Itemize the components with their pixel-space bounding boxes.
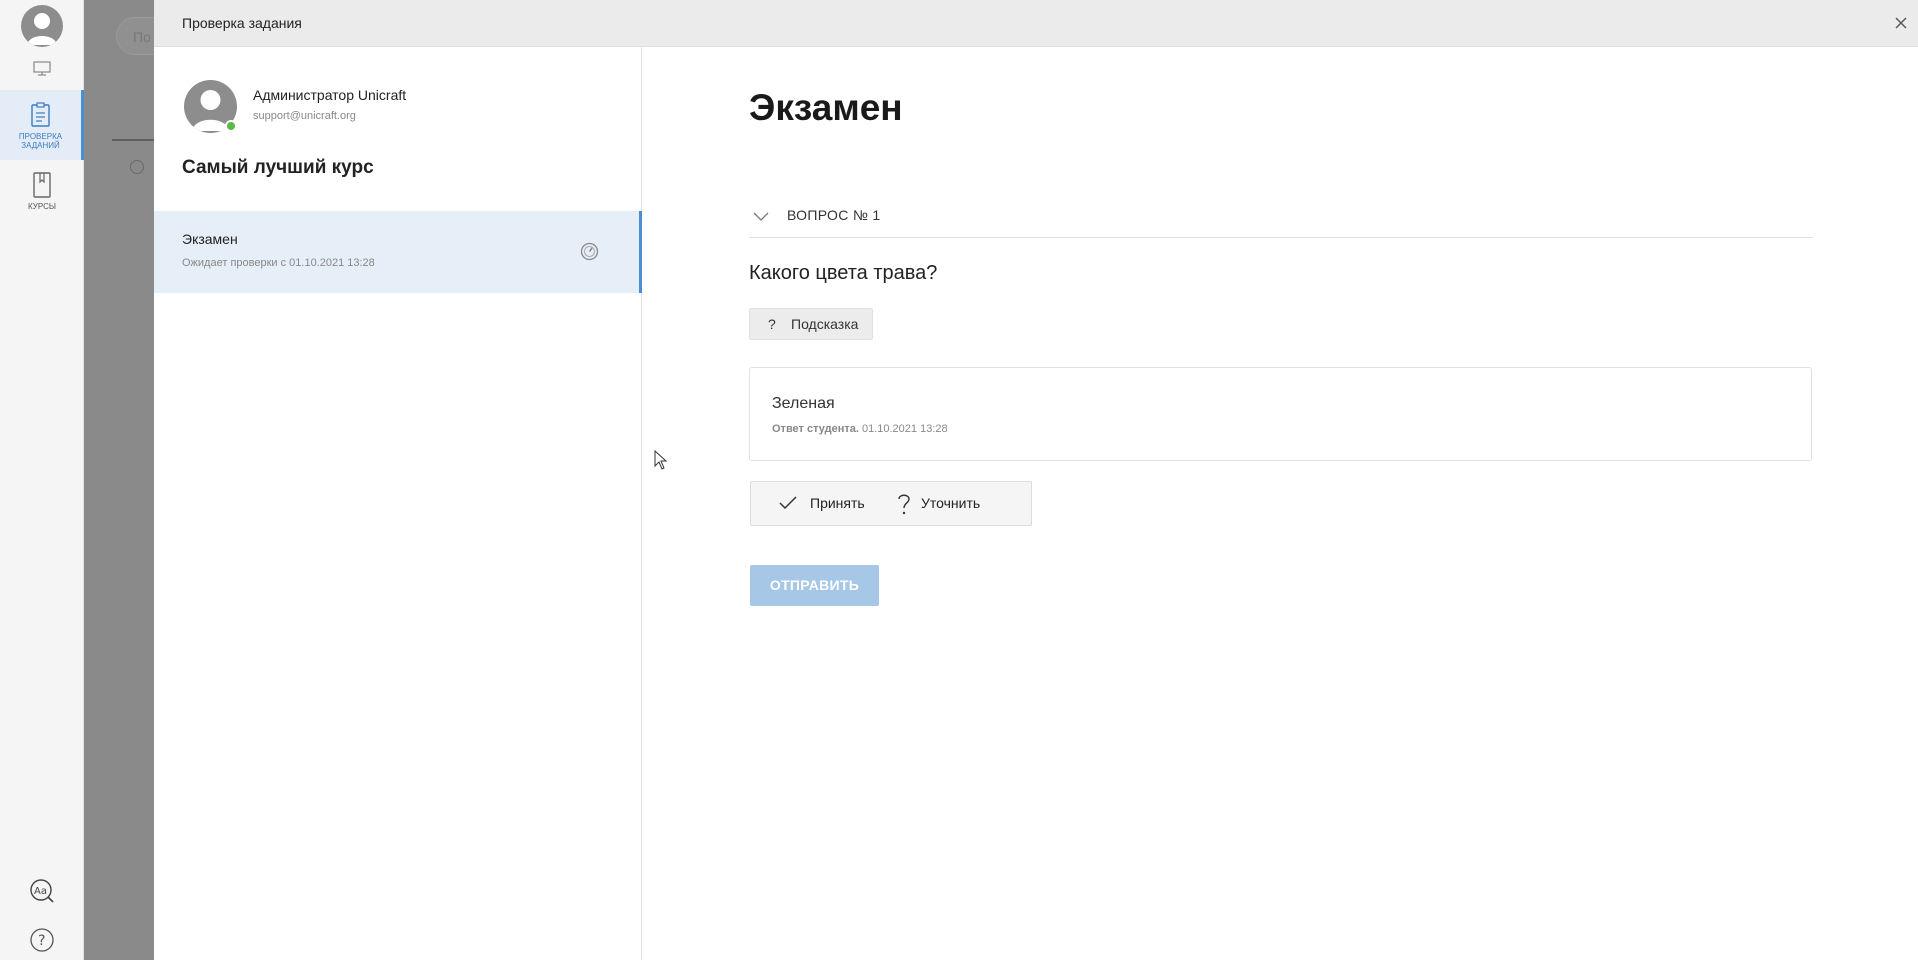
answer-text: Зеленая xyxy=(772,395,835,412)
background-clock-icon xyxy=(130,160,144,174)
question-number: ВОПРОС № 1 xyxy=(787,207,881,223)
rail-item-task-review[interactable]: ПРОВЕРКА ЗАДАНИЙ xyxy=(0,90,84,160)
background-tab-underline xyxy=(112,139,154,141)
rail-item-label: ПРОВЕРКА ЗАДАНИЙ xyxy=(18,132,63,150)
book-icon xyxy=(33,172,51,198)
review-action-group: Принять Уточнить xyxy=(750,481,1032,526)
question-mark-icon: ? xyxy=(768,316,776,332)
accept-label: Принять xyxy=(810,495,865,511)
student-name: Администратор Unicraft xyxy=(253,87,407,103)
svg-text:?: ? xyxy=(38,933,45,949)
rail-item-courses[interactable]: КУРСЫ xyxy=(0,172,84,222)
question-accordion-header[interactable]: ВОПРОС № 1 xyxy=(749,201,1813,238)
course-title: Самый лучший курс xyxy=(182,157,374,178)
task-review-icon xyxy=(30,102,50,127)
task-review-modal: Проверка задания Администратор Unicraft … xyxy=(154,0,1918,960)
user-silhouette-icon xyxy=(27,13,57,45)
app-sidebar: ПРОВЕРКА ЗАДАНИЙ КУРСЫ Aa ? xyxy=(0,0,84,960)
presentation-icon[interactable] xyxy=(33,61,51,76)
rail-item-label: КУРСЫ xyxy=(28,202,56,211)
modal-title: Проверка задания xyxy=(182,15,302,31)
online-status-indicator xyxy=(225,120,237,132)
clarify-button[interactable]: Уточнить xyxy=(888,482,1032,525)
page-overlay: По xyxy=(84,0,176,960)
answer-meta-label: Ответ студента. xyxy=(772,423,859,435)
modal-header: Проверка задания xyxy=(154,0,1918,47)
hint-label: Подсказка xyxy=(791,316,859,332)
profile-avatar[interactable] xyxy=(21,5,63,47)
task-name: Экзамен xyxy=(182,231,238,247)
exam-title: Экзамен xyxy=(749,87,903,128)
font-settings-icon[interactable]: Aa xyxy=(29,878,55,904)
svg-text:Aa: Aa xyxy=(34,886,47,897)
hint-button[interactable]: ? Подсказка xyxy=(749,308,873,340)
task-list-pane: Администратор Unicraft support@unicraft.… xyxy=(154,47,668,960)
submit-button[interactable]: ОТПРАВИТЬ xyxy=(750,565,879,606)
check-icon xyxy=(779,496,797,510)
student-email: support@unicraft.org xyxy=(253,110,356,122)
pending-clock-icon xyxy=(580,242,599,261)
question-icon xyxy=(898,494,910,515)
task-detail-pane: Экзамен ВОПРОС № 1 Какого цвета трава? ?… xyxy=(643,47,1918,960)
answer-meta: Ответ студента. 01.10.2021 13:28 xyxy=(772,423,948,435)
student-answer-card: Зеленая Ответ студента. 01.10.2021 13:28 xyxy=(749,367,1812,461)
accept-button[interactable]: Принять xyxy=(751,482,888,525)
question-text: Какого цвета трава? xyxy=(749,262,938,284)
clarify-label: Уточнить xyxy=(921,495,981,511)
task-status: Ожидает проверки с 01.10.2021 13:28 xyxy=(182,257,375,269)
answer-timestamp: 01.10.2021 13:28 xyxy=(861,423,948,435)
task-list-item[interactable]: Экзамен Ожидает проверки с 01.10.2021 13… xyxy=(154,211,642,293)
close-icon[interactable] xyxy=(1890,12,1912,34)
chevron-down-icon xyxy=(753,212,769,221)
help-icon[interactable]: ? xyxy=(29,927,55,953)
